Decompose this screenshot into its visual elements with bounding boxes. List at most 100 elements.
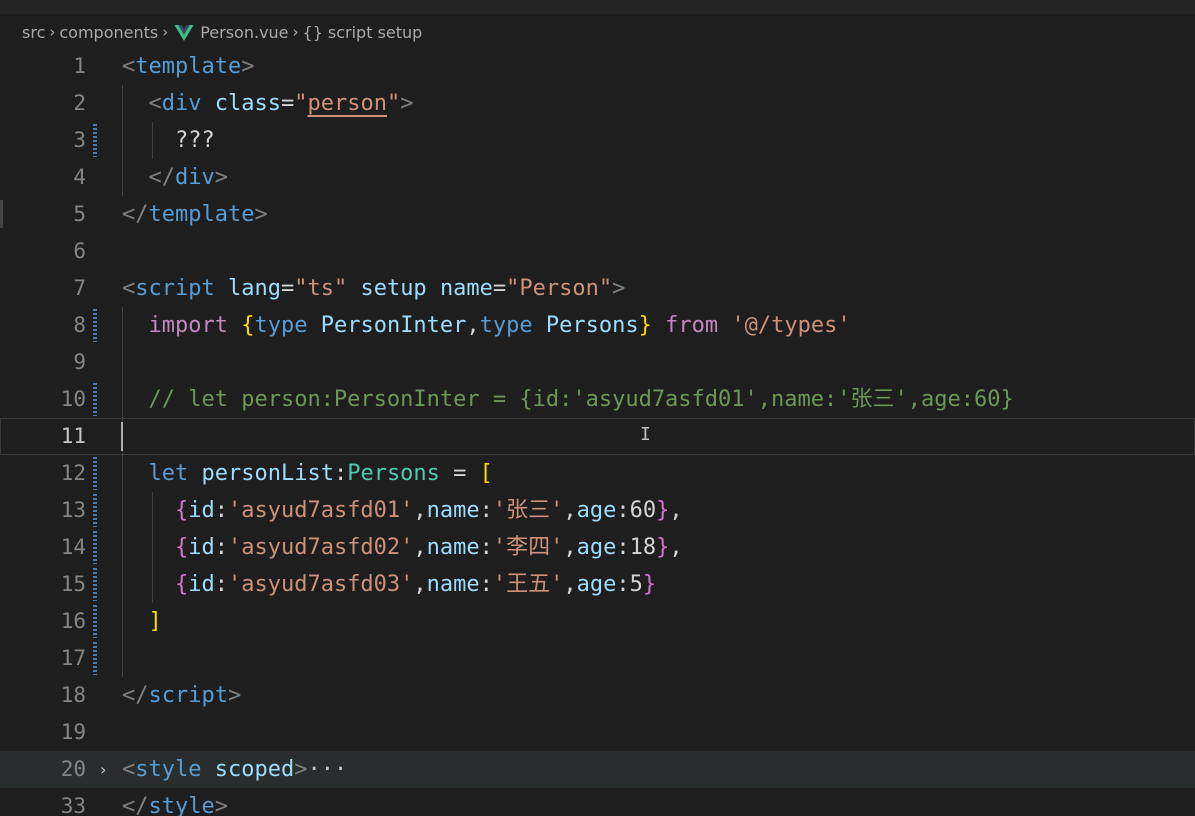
line-number: 6 <box>73 239 86 263</box>
code-token: scoped <box>214 757 295 782</box>
code-token: template <box>135 54 242 79</box>
modified-line-indicator <box>93 383 97 416</box>
code-line[interactable]: 16 ] <box>0 603 1195 640</box>
code-token: '张三' <box>492 498 564 523</box>
code-line[interactable]: 14 {id:'asyud7asfd02',name:'李四',age:18}, <box>0 529 1195 566</box>
code-token: , <box>466 313 480 338</box>
code-line[interactable]: 13 {id:'asyud7asfd01',name:'张三',age:60}, <box>0 492 1195 529</box>
code-text: ??? <box>122 122 215 159</box>
code-token: ] <box>148 609 162 634</box>
line-number: 33 <box>60 794 86 816</box>
line-number: 3 <box>73 128 86 152</box>
line-number: 13 <box>60 498 86 522</box>
line-number: 4 <box>73 165 86 189</box>
code-line[interactable]: 11 I <box>0 418 1195 455</box>
code-token: " <box>386 91 401 116</box>
code-token: > <box>241 54 255 79</box>
code-token: style <box>148 794 215 816</box>
modified-line-indicator <box>93 531 97 564</box>
text-cursor <box>121 422 123 451</box>
code-editor[interactable]: src › components › Person.vue › {} scrip… <box>0 0 1195 816</box>
code-token: "ts" <box>294 276 348 301</box>
code-line[interactable]: 3 ??? <box>0 122 1195 159</box>
code-token: = <box>280 276 295 301</box>
code-line[interactable]: 6 <box>0 233 1195 270</box>
breadcrumb-components[interactable]: components <box>59 23 158 42</box>
code-lines[interactable]: 1 <template> 2 <div class="person"> 3 ??? 4 … <box>0 48 1195 816</box>
code-line[interactable]: 33 </style> <box>0 788 1195 816</box>
code-token: person <box>307 91 387 116</box>
code-line[interactable]: 7 <script lang="ts" setup name="Person"> <box>0 270 1195 307</box>
code-token: , <box>413 535 427 560</box>
code-token: // let person:PersonInter = {id:'asyud7a… <box>148 387 1014 412</box>
code-token: > <box>254 202 268 227</box>
code-text: </script> <box>122 677 241 714</box>
breadcrumb-src[interactable]: src <box>22 23 45 42</box>
code-line[interactable]: 18 </script> <box>0 677 1195 714</box>
code-token: 'asyud7asfd03' <box>227 572 414 597</box>
line-number: 15 <box>60 572 86 596</box>
breadcrumb-file[interactable]: Person.vue <box>200 23 288 42</box>
code-token: age <box>576 498 617 523</box>
code-token: { <box>174 572 189 597</box>
modified-line-indicator <box>93 568 97 601</box>
code-token: 60 <box>629 498 657 523</box>
code-line[interactable]: 20 › <style scoped>··· <box>0 751 1195 788</box>
code-token: name <box>426 572 480 597</box>
code-text: </div> <box>122 159 229 196</box>
code-token: '@/types' <box>731 313 851 338</box>
chevron-right-icon: › <box>162 23 169 41</box>
modified-line-indicator <box>93 457 97 490</box>
code-token: { <box>174 535 189 560</box>
code-token: , <box>413 498 427 523</box>
code-line[interactable]: 10 // let person:PersonInter = {id:'asyu… <box>0 381 1195 418</box>
code-line[interactable]: 2 <div class="person"> <box>0 85 1195 122</box>
code-token: type <box>479 313 533 338</box>
code-token: from <box>665 313 719 338</box>
code-line[interactable]: 4 </div> <box>0 159 1195 196</box>
line-number: 8 <box>73 313 86 337</box>
code-token: Persons <box>545 313 639 338</box>
line-number: 11 <box>60 424 86 448</box>
braces-icon: {} <box>302 22 323 42</box>
code-token: : <box>214 535 228 560</box>
code-token: lang <box>227 276 281 301</box>
code-token: 'asyud7asfd02' <box>227 535 414 560</box>
folded-ellipsis[interactable]: ··· <box>307 757 347 782</box>
line-number: 1 <box>73 54 86 78</box>
modified-line-indicator <box>93 642 97 675</box>
code-token: > <box>214 794 228 816</box>
code-token: , <box>563 498 577 523</box>
code-token: name <box>426 535 480 560</box>
code-token: "Person" <box>506 276 613 301</box>
code-token: : <box>616 572 630 597</box>
breadcrumb-symbol[interactable]: script setup <box>328 23 422 42</box>
code-line[interactable]: 9 <box>0 344 1195 381</box>
code-token: </ <box>122 683 149 708</box>
code-line[interactable]: 19 <box>0 714 1195 751</box>
code-token: script <box>148 683 228 708</box>
code-line[interactable]: 8 import {type PersonInter,type Persons}… <box>0 307 1195 344</box>
modified-line-indicator <box>93 309 97 342</box>
code-line[interactable]: 15 {id:'asyud7asfd03',name:'王五',age:5} <box>0 566 1195 603</box>
line-number: 10 <box>60 387 86 411</box>
code-line[interactable]: 17 <box>0 640 1195 677</box>
code-token: personList <box>201 461 334 486</box>
code-line[interactable]: 1 <template> <box>0 48 1195 85</box>
code-token: id <box>188 572 215 597</box>
line-number: 14 <box>60 535 86 559</box>
code-text: </style> <box>122 788 228 816</box>
chevron-right-icon[interactable]: › <box>100 751 106 788</box>
code-token: class <box>214 91 281 116</box>
code-text: {id:'asyud7asfd01',name:'张三',age:60}, <box>122 492 683 529</box>
code-line[interactable]: 5 </template> <box>0 196 1195 233</box>
line-number: 20 <box>60 757 86 781</box>
code-line[interactable]: 12 let personList:Persons = [ <box>0 455 1195 492</box>
